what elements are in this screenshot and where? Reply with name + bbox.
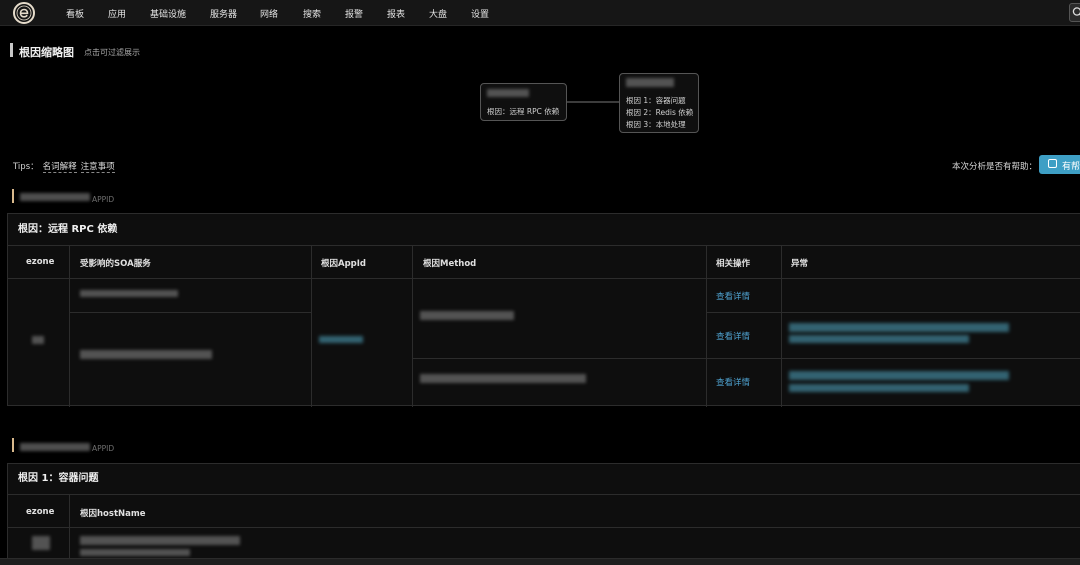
redacted-exception[interactable] — [789, 323, 1009, 332]
column-divider — [69, 246, 70, 407]
table-header-divider — [8, 527, 1080, 528]
panel-title: 根因 1：容器问题 — [8, 464, 1080, 495]
col-header-actions: 相关操作 — [716, 259, 751, 269]
feedback-button-label: 有帮 — [1062, 162, 1080, 172]
redacted-hostname — [80, 536, 240, 545]
column-divider — [412, 246, 413, 407]
graph-node-line: 根因 3：本地处理 — [626, 120, 686, 129]
redacted-ezone — [32, 336, 44, 344]
feedback-question: 本次分析是否有帮助： — [952, 162, 1038, 172]
redacted-exception[interactable] — [789, 384, 969, 392]
tips-link-glossary[interactable]: 名词解释 — [42, 162, 77, 173]
rpc-root-cause-panel: 根因：远程 RPC 依赖 ezone 受影响的SOA服务 根因AppId 根因M… — [7, 213, 1080, 407]
view-details-link[interactable]: 查看详情 — [716, 330, 750, 342]
col-header-ezone: ezone — [26, 507, 55, 517]
redacted-soa-service — [80, 290, 178, 297]
panel-title: 根因：远程 RPC 依赖 — [8, 214, 1080, 246]
tips-row: Tips： 名词解释 注意事项 — [13, 160, 115, 173]
row-divider — [412, 358, 1080, 359]
table-header-divider — [8, 278, 1080, 279]
redacted-appid — [20, 193, 90, 201]
redacted-exception[interactable] — [789, 335, 969, 343]
col-header-root-appid: 根因AppId — [321, 259, 366, 269]
graph-node-line: 根因 2：Redis 依赖 — [626, 108, 694, 117]
column-divider — [781, 246, 782, 407]
appid-label: APPID — [92, 444, 115, 453]
col-header-root-method: 根因Method — [423, 259, 477, 269]
redacted-exception[interactable] — [789, 371, 1009, 380]
appid-marker — [12, 189, 14, 203]
row-divider — [69, 312, 311, 313]
redacted-method — [420, 374, 586, 383]
col-header-exception: 异常 — [791, 259, 809, 269]
tips-link-notes[interactable]: 注意事项 — [80, 162, 115, 173]
graph-node-line: 根因 1：容器问题 — [626, 96, 686, 105]
row-divider — [706, 312, 1080, 313]
appid-marker — [12, 438, 14, 452]
graph-node-rpc[interactable]: 根因：远程 RPC 依赖 — [480, 83, 567, 121]
column-divider — [706, 246, 707, 407]
col-header-ezone: ezone — [26, 257, 55, 267]
column-divider — [69, 495, 70, 565]
horizontal-scrollbar[interactable] — [0, 558, 1080, 565]
view-details-link[interactable]: 查看详情 — [716, 290, 750, 302]
thumbs-up-icon — [1048, 159, 1057, 168]
redacted-method — [420, 311, 514, 320]
redacted-appid — [20, 443, 90, 451]
col-header-hostname: 根因hostName — [80, 509, 146, 519]
redacted-hostname — [80, 549, 190, 556]
tips-label: Tips： — [13, 162, 39, 172]
graph-node-line: 根因：远程 RPC 依赖 — [487, 107, 560, 116]
appid-label: APPID — [92, 195, 115, 204]
redacted-node-name — [487, 89, 529, 97]
view-details-link[interactable]: 查看详情 — [716, 376, 750, 388]
feedback-helpful-button[interactable]: 有帮 — [1039, 155, 1080, 174]
container-root-cause-panel: 根因 1：容器问题 ezone 根因hostName — [7, 463, 1080, 565]
redacted-soa-service — [80, 350, 212, 359]
col-header-soa-service: 受影响的SOA服务 — [80, 259, 151, 269]
graph-node-host[interactable]: 根因 1：容器问题 根因 2：Redis 依赖 根因 3：本地处理 — [619, 73, 699, 133]
column-divider — [311, 246, 312, 407]
redacted-appid-link[interactable] — [319, 336, 363, 343]
redacted-ezone — [32, 536, 50, 550]
redacted-node-name — [626, 78, 674, 87]
